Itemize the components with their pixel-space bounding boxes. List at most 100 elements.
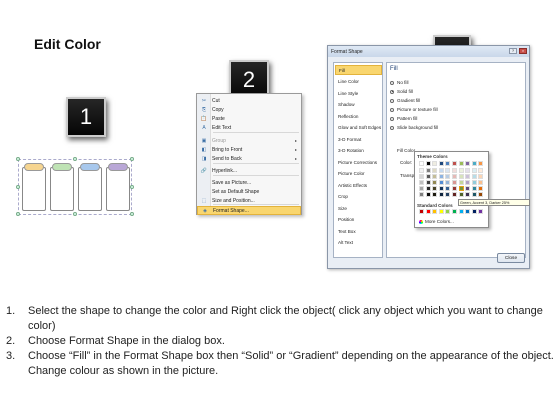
color-swatch[interactable] [458, 192, 464, 197]
color-swatch[interactable] [419, 209, 424, 214]
color-swatch[interactable] [452, 161, 457, 166]
radio-button[interactable] [390, 80, 394, 85]
nav-item[interactable]: 3-D Rotation [335, 146, 382, 156]
color-swatch[interactable] [471, 161, 477, 166]
color-swatch[interactable] [452, 192, 457, 197]
color-swatch[interactable] [425, 174, 431, 179]
color-swatch[interactable] [465, 186, 471, 191]
color-swatch[interactable] [432, 192, 438, 197]
color-swatch[interactable] [438, 168, 444, 173]
color-swatch[interactable] [438, 174, 444, 179]
shape-pill[interactable] [24, 163, 44, 171]
color-swatch[interactable] [471, 174, 477, 179]
radio-button[interactable] [390, 125, 394, 130]
menu-item[interactable]: ◧ Bring to Front ▸ [197, 145, 301, 154]
color-swatch[interactable] [452, 186, 457, 191]
shape-pill[interactable] [108, 163, 128, 171]
selection-handle[interactable] [16, 212, 20, 216]
color-swatch[interactable] [465, 209, 471, 214]
color-swatch[interactable] [452, 209, 457, 214]
fill-option[interactable]: Gradient fill [390, 97, 420, 104]
color-swatch[interactable] [458, 168, 464, 173]
nav-item[interactable]: Size [335, 203, 382, 213]
color-swatch[interactable] [471, 192, 477, 197]
nav-item[interactable]: Fill [335, 65, 382, 75]
shape-box[interactable] [78, 167, 102, 211]
menu-item[interactable]: 📋 Paste [197, 114, 301, 123]
color-swatch[interactable] [445, 192, 451, 197]
selection-handle[interactable] [16, 157, 20, 161]
color-swatch[interactable] [465, 168, 471, 173]
color-swatch[interactable] [419, 180, 424, 185]
radio-button[interactable] [390, 107, 394, 112]
fill-option[interactable]: Picture or texture fill [390, 106, 438, 113]
selection-handle[interactable] [130, 157, 134, 161]
color-swatch[interactable] [478, 209, 484, 214]
color-swatch[interactable] [452, 180, 457, 185]
nav-item[interactable]: Artistic Effects [335, 180, 382, 190]
nav-item[interactable]: Crop [335, 192, 382, 202]
color-swatch[interactable] [425, 192, 431, 197]
nav-item[interactable]: Picture Corrections [335, 157, 382, 167]
close-button[interactable]: Close [497, 253, 525, 263]
menu-item[interactable]: A Edit Text [197, 123, 301, 132]
menu-item[interactable]: ⎘ Copy [197, 105, 301, 114]
color-swatch[interactable] [445, 180, 451, 185]
color-swatch[interactable] [458, 209, 464, 214]
color-swatch[interactable] [438, 180, 444, 185]
fill-option[interactable]: Solid fill [390, 88, 413, 95]
fill-option[interactable]: Pattern fill [390, 115, 417, 122]
nav-item[interactable]: Glow and Soft Edges [335, 123, 382, 133]
color-swatch[interactable] [425, 180, 431, 185]
color-swatch[interactable] [471, 186, 477, 191]
nav-item[interactable]: Shadow [335, 100, 382, 110]
color-swatch[interactable] [478, 192, 484, 197]
selection-handle[interactable] [73, 212, 77, 216]
color-swatch[interactable] [465, 180, 471, 185]
color-swatch[interactable] [419, 174, 424, 179]
radio-button[interactable] [390, 98, 394, 103]
color-swatch[interactable] [425, 209, 431, 214]
help-button[interactable]: ? [509, 48, 517, 54]
nav-item[interactable]: Line Color [335, 77, 382, 87]
nav-item[interactable]: Line Style [335, 88, 382, 98]
menu-item[interactable]: ◈ Format Shape... [197, 206, 301, 215]
more-colors-button[interactable]: More Colors... [419, 219, 454, 224]
color-swatch[interactable] [432, 161, 438, 166]
selection-handle[interactable] [16, 185, 20, 189]
color-swatch[interactable] [452, 174, 457, 179]
color-swatch[interactable] [478, 186, 484, 191]
shape-box[interactable] [106, 167, 130, 211]
nav-item[interactable]: Picture Color [335, 169, 382, 179]
nav-item[interactable]: Reflection [335, 111, 382, 121]
color-swatch[interactable] [432, 186, 438, 191]
close-icon[interactable]: × [519, 48, 527, 54]
selected-shapes-illustration[interactable] [16, 155, 134, 216]
color-swatch[interactable] [438, 186, 444, 191]
menu-item[interactable]: Set as Default Shape [197, 187, 301, 196]
color-swatch[interactable] [438, 192, 444, 197]
selection-handle[interactable] [130, 185, 134, 189]
color-swatch[interactable] [458, 180, 464, 185]
color-swatch[interactable] [425, 186, 431, 191]
shape-box[interactable] [50, 167, 74, 211]
menu-item[interactable]: ◨ Send to Back ▸ [197, 154, 301, 163]
color-swatch[interactable] [478, 180, 484, 185]
color-swatch[interactable] [419, 168, 424, 173]
menu-item[interactable]: 🔗 Hyperlink... [197, 166, 301, 175]
shape-pill[interactable] [52, 163, 72, 171]
color-swatch[interactable] [445, 186, 451, 191]
color-swatch[interactable] [425, 168, 431, 173]
color-swatch[interactable] [432, 180, 438, 185]
color-swatch[interactable] [419, 192, 424, 197]
nav-item[interactable]: 3-D Format [335, 134, 382, 144]
color-swatch[interactable] [432, 209, 438, 214]
fill-option[interactable]: No fill [390, 79, 409, 86]
menu-item[interactable]: Save as Picture... [197, 178, 301, 187]
color-swatch[interactable] [478, 168, 484, 173]
shape-box[interactable] [22, 167, 46, 211]
color-swatch[interactable] [465, 174, 471, 179]
radio-button[interactable] [390, 89, 394, 94]
nav-item[interactable]: Text Box [335, 226, 382, 236]
nav-item[interactable]: Position [335, 215, 382, 225]
